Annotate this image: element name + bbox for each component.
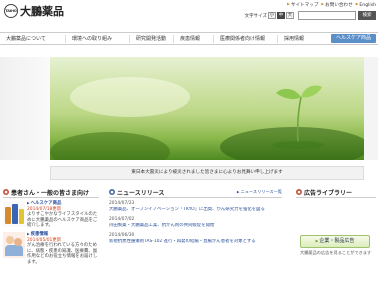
healthcare-products-button[interactable]: ヘルスケア商品 xyxy=(330,34,376,43)
hero-side-right xyxy=(364,57,378,160)
news-item: 2014/07/02 持田製薬・大鵬薬品工業、抗がん剤の共同販促を開始 xyxy=(109,217,282,229)
nav-item-environment[interactable]: 環境への取り組み xyxy=(66,34,130,43)
news-link[interactable]: 大鵬薬品、オープンイノベーション「TKYO」に出資、がん研究力を強化を図る xyxy=(109,207,282,213)
disease-description: がん治療を行われている方々のために、病態・疾患の知識、医療費、副作用などのお役立… xyxy=(27,243,98,265)
company-name[interactable]: 大鵬薬品 xyxy=(20,3,64,19)
global-nav: 大鵬薬品について 環境への取り組み 研究開発活動 疾患情報 医療関係者向け情報 … xyxy=(0,32,378,45)
sitemap-link[interactable]: サイトマップ xyxy=(287,2,319,8)
hero-side-left xyxy=(0,57,50,160)
healthcare-products-image xyxy=(3,201,25,227)
ads-section-title: ● 広告ライブラリー xyxy=(296,187,376,198)
patients-section-title: ● 患者さん・一般の皆さま向け xyxy=(3,187,99,198)
news-link[interactable]: 新規抗悪性腫瘍剤TAS-102 進行・再発の結腸・直腸がん患者を対象とする xyxy=(109,239,282,245)
nav-item-medical[interactable]: 医療関係者向け情報 xyxy=(214,34,278,43)
news-section: 2014/07/23 大鵬薬品、オープンイノベーション「TKYO」に出資、がん研… xyxy=(109,201,282,300)
font-size-label: 文字サイズ xyxy=(244,13,267,19)
nav-item-research[interactable]: 研究開発活動 xyxy=(130,34,174,43)
header: TAIHO 大鵬薬品 サイトマップ お問い合わせ English 文字サイズ 小… xyxy=(0,0,378,30)
search-button[interactable]: 検索 xyxy=(358,11,376,20)
search-box xyxy=(298,11,356,30)
font-size-medium-button[interactable]: 中 xyxy=(277,12,285,19)
nav-item-recruit[interactable]: 採用情報 xyxy=(278,35,308,43)
disease-info-image xyxy=(3,231,25,258)
font-size-small-button[interactable]: 小 xyxy=(268,12,276,19)
company-logo-mark[interactable]: TAIHO xyxy=(4,4,18,18)
ads-note: 大鵬薬品の広告を見ることができます xyxy=(300,250,372,255)
corporate-ads-button[interactable]: 企業・製品広告 xyxy=(300,235,370,248)
news-item: 2014/07/23 大鵬薬品、オープンイノベーション「TKYO」に出資、がん研… xyxy=(109,201,282,213)
news-icon: ● xyxy=(109,189,115,195)
font-size-control: 文字サイズ 小 中 大 xyxy=(245,12,294,19)
news-list-link[interactable]: ニュースリリース一覧 xyxy=(237,189,282,195)
nav-item-disease[interactable]: 疾患情報 xyxy=(174,34,214,43)
patients-category-healthcare[interactable]: ヘルスケア商品 2014/07/18更新 よりすこやかなライフスタイルのために大… xyxy=(3,201,99,229)
patients-section: ヘルスケア商品 2014/07/18更新 よりすこやかなライフスタイルのために大… xyxy=(3,201,99,300)
patients-category-disease[interactable]: 疾患情報 2014/05/01更新 がん治療を行われている方々のために、病態・疾… xyxy=(3,231,99,266)
news-item: 2014/06/30 新規抗悪性腫瘍剤TAS-102 進行・再発の結腸・直腸がん… xyxy=(109,233,282,245)
healthcare-description: よりすこやかなライフスタイルのために大鵬薬品のヘルスケア商品をご紹介します。 xyxy=(27,212,98,229)
people-icon: ● xyxy=(3,189,9,195)
ads-icon: ● xyxy=(296,189,302,195)
font-size-large-button[interactable]: 大 xyxy=(286,12,294,19)
english-link[interactable]: English xyxy=(356,2,376,8)
news-section-title: ● ニュースリリース ニュースリリース一覧 xyxy=(109,187,282,198)
earthquake-notice[interactable]: 東日本大震災により被災されました皆さまに心よりお見舞い申し上げます xyxy=(50,166,364,180)
nav-item-about[interactable]: 大鵬薬品について xyxy=(0,34,66,43)
news-link[interactable]: 持田製薬・大鵬薬品工業、抗がん剤の共同販促を開始 xyxy=(109,223,282,229)
hero-image-seedling xyxy=(50,57,364,160)
utility-links: サイトマップ お問い合わせ English xyxy=(287,2,376,8)
contact-link[interactable]: お問い合わせ xyxy=(321,2,353,8)
ads-section: 企業・製品広告 大鵬薬品の広告を見ることができます xyxy=(296,201,376,300)
search-input[interactable] xyxy=(299,23,355,30)
